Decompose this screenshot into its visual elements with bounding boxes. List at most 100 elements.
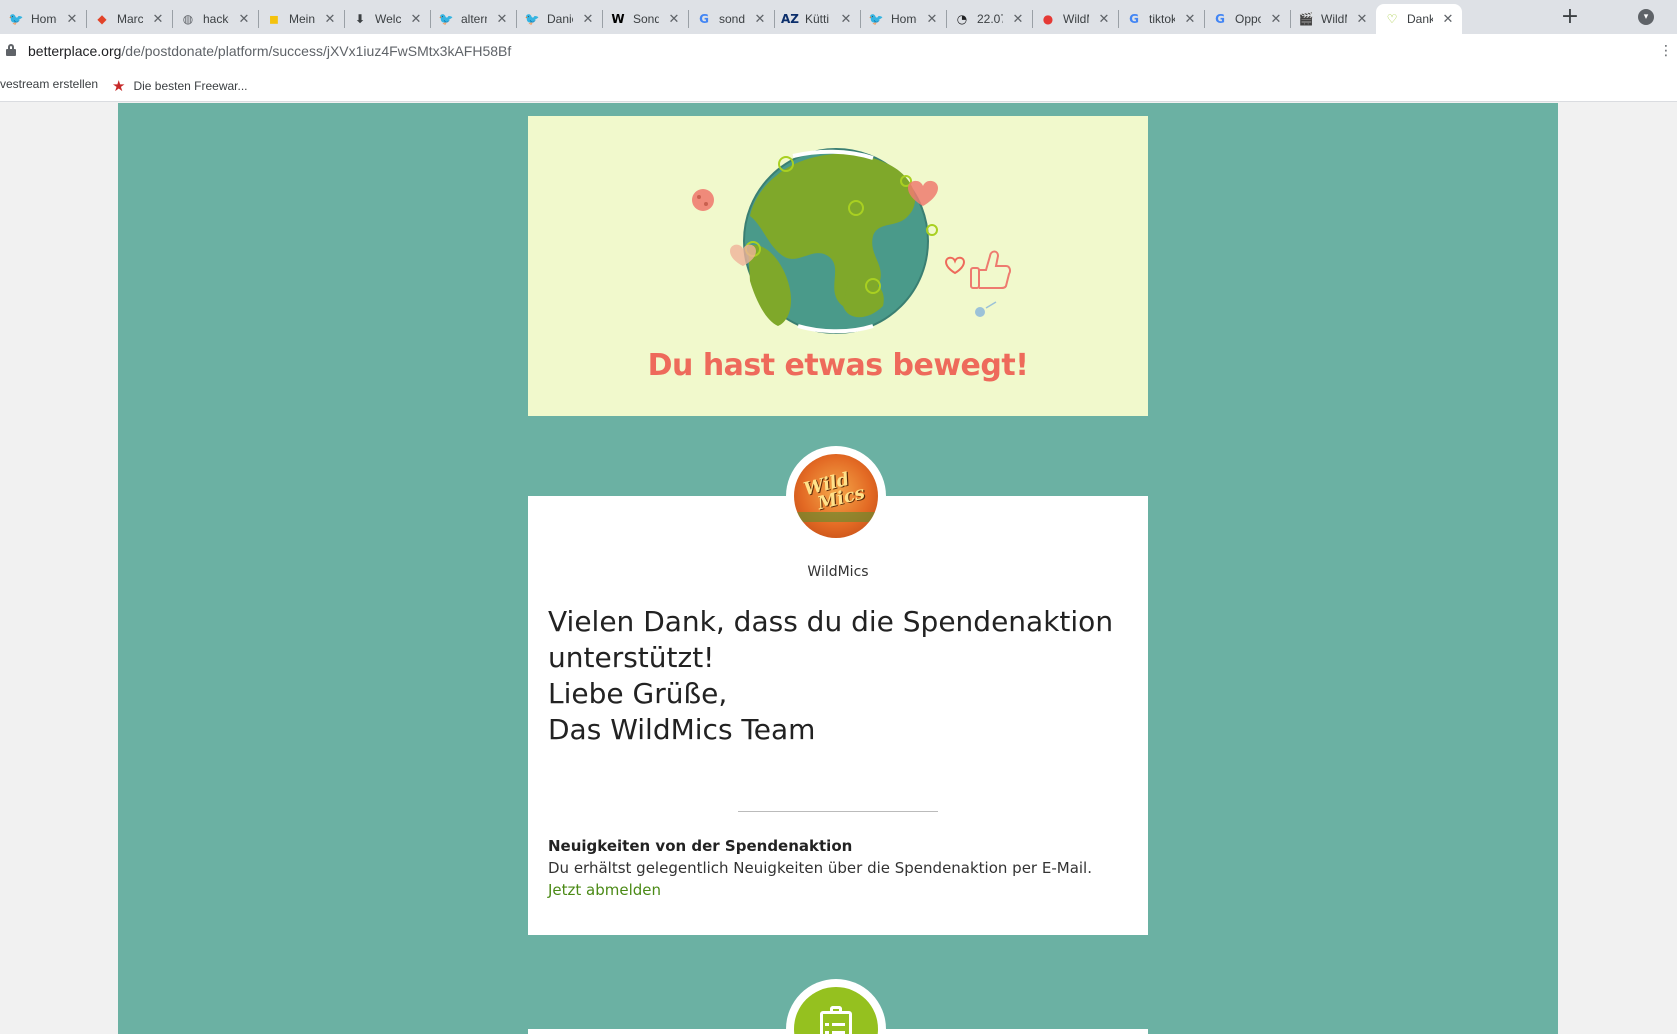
bookmark-livestream[interactable]: vestream erstellen — [0, 77, 98, 91]
browser-tab[interactable]: 🎬 WildMics ✕ — [1290, 4, 1376, 34]
close-icon[interactable]: ✕ — [1096, 12, 1112, 27]
tab-title: 22.07 — [977, 12, 1003, 26]
bookmark-label: Die besten Freewar... — [133, 79, 248, 93]
tab-title: WildMics — [1063, 12, 1089, 26]
record-icon: ● — [1042, 12, 1054, 26]
browser-tab[interactable]: 🐦 Home ✕ — [860, 4, 946, 34]
google-icon: G — [1129, 12, 1139, 26]
browser-tab[interactable]: ⬇ Welcome ✕ — [344, 4, 430, 34]
browser-tab[interactable]: AZ Kütti ✕ — [774, 4, 860, 34]
close-icon[interactable]: ✕ — [752, 12, 768, 27]
google-icon: G — [1215, 12, 1225, 26]
wikipedia-icon: W — [611, 12, 625, 26]
close-icon[interactable]: ✕ — [580, 12, 596, 27]
thank-you-card: WildMics Vielen Dank, dass du die Spende… — [528, 496, 1148, 935]
avatar[interactable]: Wild Mics — [794, 454, 878, 538]
browser-tab[interactable]: 🐦 Home ✕ — [0, 4, 86, 34]
close-icon[interactable]: ✕ — [408, 12, 424, 27]
tab-title: Home — [891, 12, 917, 26]
twitter-icon: 🐦 — [438, 12, 454, 26]
tab-title: Daniel — [547, 12, 573, 26]
browser-tab[interactable]: ♡ Danke ✕ — [1376, 4, 1462, 34]
browser-tab[interactable]: ◍ hacker ✕ — [172, 4, 258, 34]
extension-icon[interactable]: ⋮ — [1659, 43, 1673, 59]
browser-tab[interactable]: Gsonder ✕ — [688, 4, 774, 34]
gitlab-icon: ◆ — [97, 12, 107, 26]
thank-you-message: Vielen Dank, dass du die Spendenaktion u… — [548, 605, 1114, 674]
close-icon[interactable]: ✕ — [666, 12, 682, 27]
betterplace-icon: ♡ — [1386, 12, 1398, 26]
close-icon[interactable]: ✕ — [322, 12, 338, 27]
browser-tab[interactable]: G Oppo ✕ — [1204, 4, 1290, 34]
signature-line: Das WildMics Team — [548, 713, 816, 746]
new-tab-button[interactable]: + — [1558, 6, 1582, 30]
close-icon[interactable]: ✕ — [1268, 12, 1284, 27]
google-icon: G — [699, 12, 709, 26]
close-icon[interactable]: ✕ — [1440, 12, 1456, 27]
tab-title: hacker — [203, 12, 229, 26]
org-avatar-frame: Wild Mics — [786, 446, 886, 546]
browser-tab[interactable]: Gtiktok ✕ — [1118, 4, 1204, 34]
page-viewport: Du hast etwas bewegt! WildMics Vielen Da… — [0, 103, 1677, 1034]
tab-title: Sonder — [633, 12, 659, 26]
org-name[interactable]: WildMics — [528, 564, 1148, 580]
close-icon[interactable]: ✕ — [494, 12, 510, 27]
tab-title: Danke — [1407, 12, 1433, 26]
hero-banner: Du hast etwas bewegt! — [528, 116, 1148, 416]
tab-title: Mein — [289, 12, 315, 26]
news-description: Du erhältst gelegentlich Neuigkeiten übe… — [548, 859, 1092, 877]
clock-icon: ◔ — [956, 12, 968, 26]
tab-title: WildMics — [1321, 12, 1347, 26]
divider — [738, 811, 938, 812]
tab-title: Home — [31, 12, 57, 26]
close-icon[interactable]: ✕ — [924, 12, 940, 27]
tab-search-icon[interactable]: ▾ — [1638, 9, 1654, 25]
unsubscribe-link[interactable]: Jetzt abmelden — [548, 881, 661, 899]
close-icon[interactable]: ✕ — [1354, 12, 1370, 27]
lock-icon[interactable] — [6, 44, 16, 56]
tab-title: Welcome — [375, 12, 401, 26]
star-icon: ★ — [112, 78, 126, 95]
tab-title: Kütti — [805, 12, 830, 26]
globe-icon: ◍ — [182, 12, 194, 26]
browser-tab[interactable]: ◆ Marco ✕ — [86, 4, 172, 34]
close-icon[interactable]: ✕ — [150, 12, 166, 27]
browser-tab[interactable]: ◼ Mein ✕ — [258, 4, 344, 34]
twitter-icon: 🐦 — [868, 12, 884, 26]
hero-title: Du hast etwas bewegt! — [647, 348, 1029, 383]
browser-tab[interactable]: 🐦 alternative ✕ — [430, 4, 516, 34]
close-icon[interactable]: ✕ — [236, 12, 252, 27]
twitter-icon: 🐦 — [524, 12, 540, 26]
browser-tab[interactable]: 🐦 Daniel ✕ — [516, 4, 602, 34]
url-host: betterplace.org — [28, 43, 122, 59]
planet-icon — [692, 189, 714, 211]
az-icon: AZ — [781, 12, 799, 26]
browser-tab[interactable]: W Sonder ✕ — [602, 4, 688, 34]
url-text[interactable]: betterplace.org/de/postdonate/platform/s… — [28, 43, 511, 59]
browser-tab[interactable]: ◔ 22.07 ✕ — [946, 4, 1032, 34]
tab-title: Oppo — [1235, 12, 1261, 26]
tab-title: Marco — [117, 12, 143, 26]
tab-title: tiktok — [1149, 12, 1175, 26]
tab-title: sonder — [719, 12, 745, 26]
tab-title: alternative — [461, 12, 487, 26]
url-path: /de/postdonate/platform/success/jXVx1iuz… — [121, 43, 512, 59]
close-icon[interactable]: ✕ — [1010, 12, 1026, 27]
address-bar[interactable]: betterplace.org/de/postdonate/platform/s… — [0, 34, 1677, 68]
greeting-line: Liebe Grüße, — [548, 677, 728, 710]
thumbs-up-icon — [970, 250, 1011, 289]
close-icon[interactable]: ✕ — [838, 12, 854, 27]
shield-icon: ⬇ — [354, 12, 366, 26]
twitter-icon: 🐦 — [8, 12, 24, 26]
browser-tab[interactable]: ● WildMics ✕ — [1032, 4, 1118, 34]
bookmark-freewar[interactable]: ★ Die besten Freewar... — [112, 77, 248, 95]
tab-strip: 🐦 Home ✕ ◆ Marco ✕ ◍ hacker ✕ ◼ Mein ✕ ⬇ Welcome ✕ 🐦 alt… — [0, 0, 1677, 34]
bookmark-label: vestream erstellen — [0, 77, 99, 91]
bookmarks-bar: vestream erstellen ★ Die besten Freewar.… — [0, 68, 1677, 102]
news-title: Neuigkeiten von der Spendenaktion — [548, 837, 853, 855]
close-icon[interactable]: ✕ — [64, 12, 80, 27]
close-icon[interactable]: ✕ — [1182, 12, 1198, 27]
film-icon: 🎬 — [1298, 12, 1314, 26]
clipboard-icon — [820, 1006, 852, 1034]
brand-icon: ◼ — [269, 12, 279, 26]
